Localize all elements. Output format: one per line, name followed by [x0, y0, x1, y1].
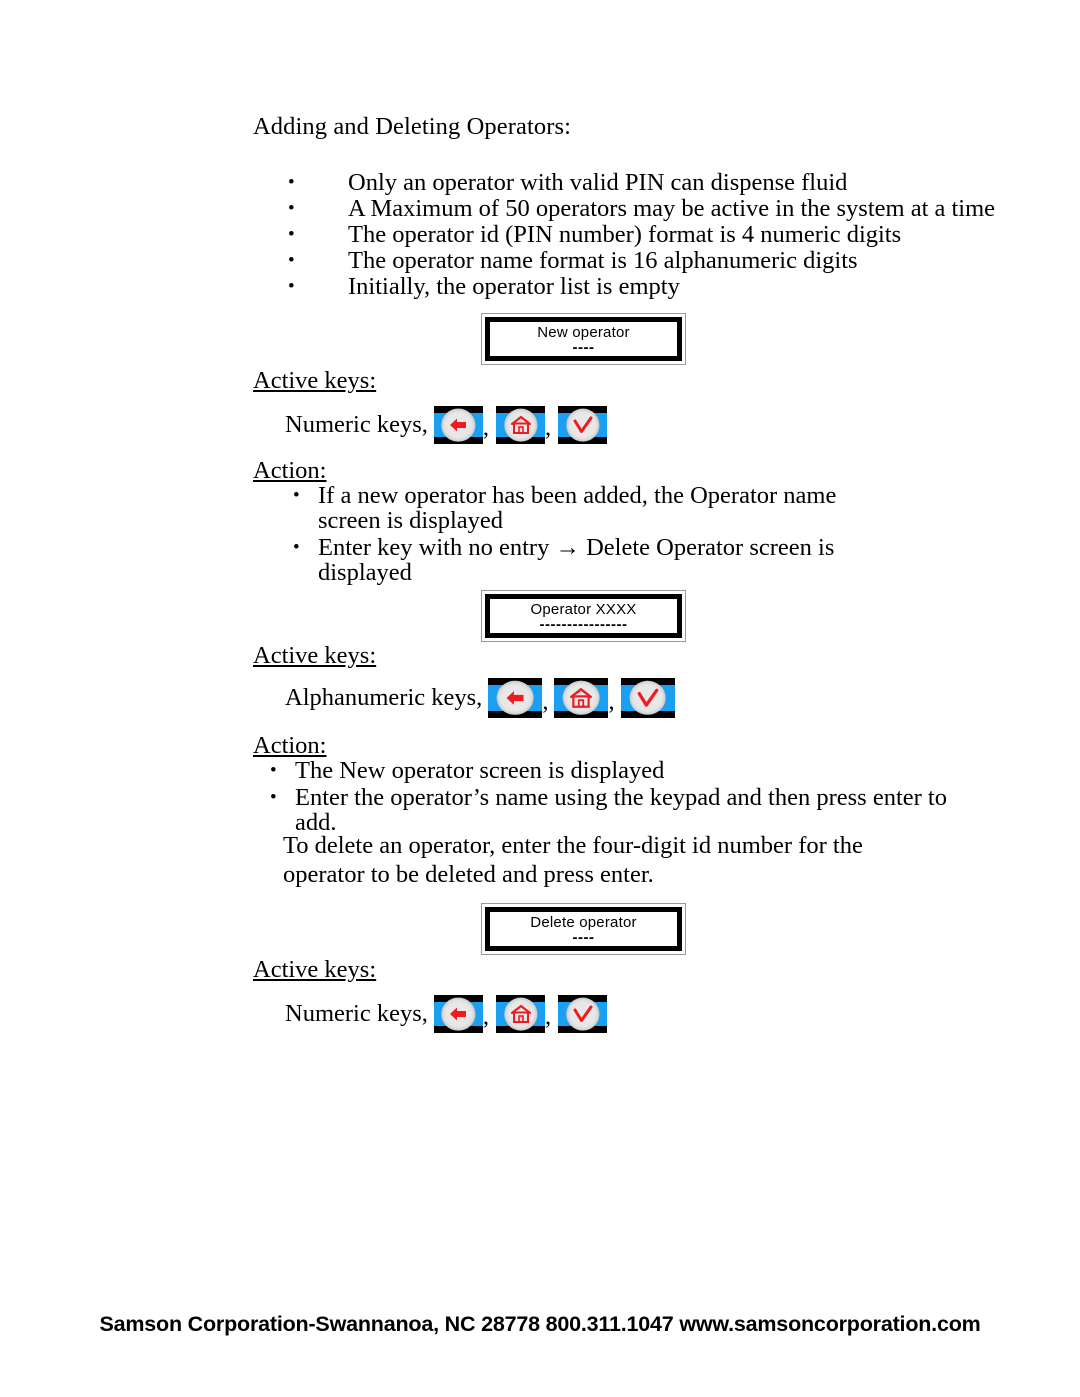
lcd-screen-delete-operator: Delete operator ---- [481, 903, 686, 955]
list-item-label: Initially, the operator list is empty [348, 273, 680, 300]
list-item-label: The operator name format is 16 alphanume… [348, 247, 858, 274]
lcd-line-2: ---- [572, 339, 595, 356]
list-item: • Enter the operator’s name using the ke… [270, 785, 950, 835]
home-key-icon[interactable] [496, 995, 545, 1033]
active-keys-label-1: Active keys: [253, 367, 377, 394]
lcd-screen-new-operator: New operator ---- [481, 313, 686, 365]
bullet-glyph: • [288, 224, 295, 245]
back-arrow-key-icon[interactable] [488, 678, 543, 718]
check-glyph [637, 688, 658, 707]
separator: , [482, 1003, 489, 1030]
enter-check-key-icon[interactable] [558, 995, 608, 1033]
keys-row-1: Numeric keys, , , [285, 406, 608, 444]
lcd-line-2: ---------------- [539, 616, 628, 633]
keys-row-1-prefix: Numeric keys, [285, 411, 428, 438]
separator: , [608, 688, 615, 715]
list-item: • Enter key with no entry → Delete Opera… [293, 535, 893, 585]
action-label-1: Action: [253, 457, 327, 484]
list-item-label: Enter key with no entry → Delete Operato… [318, 534, 835, 586]
bullet-glyph: • [288, 250, 295, 271]
action-bullet-list-2: • The New operator screen is displayed •… [270, 758, 950, 837]
list-item: • A Maximum of 50 operators may be activ… [288, 196, 995, 222]
list-item-label: If a new operator has been added, the Op… [318, 482, 837, 534]
list-item: • Only an operator with valid PIN can di… [288, 170, 995, 196]
back-arrow-glyph [450, 1007, 467, 1021]
check-glyph [573, 416, 593, 433]
list-item: • The operator name format is 16 alphanu… [288, 248, 995, 274]
enter-check-key-icon[interactable] [620, 678, 675, 718]
home-key-icon[interactable] [554, 678, 609, 718]
list-item: • Initially, the operator list is empty [288, 274, 995, 300]
page-title: Adding and Deleting Operators: [253, 113, 572, 140]
separator: , [545, 414, 552, 441]
lcd-inner: Delete operator ---- [485, 907, 682, 951]
list-item-label: A Maximum of 50 operators may be active … [348, 195, 996, 222]
keys-row-3: Numeric keys, , , [285, 995, 608, 1033]
bullet-glyph: • [288, 276, 295, 297]
bullet-glyph: • [270, 787, 277, 808]
list-item-label: Only an operator with valid PIN can disp… [348, 169, 848, 196]
home-glyph [510, 415, 531, 434]
page-footer: Samson Corporation-Swannanoa, NC 28778 8… [99, 1312, 981, 1336]
back-arrow-key-icon[interactable] [433, 406, 483, 444]
list-item-label: Enter the operator’s name using the keyp… [295, 784, 947, 836]
back-arrow-glyph [506, 691, 524, 705]
bullet-glyph: • [293, 537, 300, 558]
back-arrow-key-icon[interactable] [433, 995, 483, 1033]
delete-instructions-paragraph: To delete an operator, enter the four-di… [283, 832, 863, 888]
list-item: • The operator id (PIN number) format is… [288, 222, 995, 248]
enter-check-key-icon[interactable] [558, 406, 608, 444]
home-key-icon[interactable] [496, 406, 545, 444]
list-item-label: The New operator screen is displayed [295, 757, 665, 784]
lcd-line-2: ---- [572, 929, 595, 946]
list-item: • If a new operator has been added, the … [293, 483, 893, 533]
separator: , [542, 688, 549, 715]
keys-row-2: Alphanumeric keys, , , [285, 678, 675, 718]
lcd-inner: New operator ---- [485, 317, 682, 361]
document-page: Adding and Deleting Operators: • Only an… [0, 0, 1080, 1397]
back-arrow-glyph [450, 418, 467, 432]
action-label-2: Action: [253, 732, 327, 759]
home-glyph [510, 1004, 531, 1023]
active-keys-label-3: Active keys: [253, 956, 377, 983]
keys-row-2-prefix: Alphanumeric keys, [285, 684, 483, 711]
spec-bullet-list: • Only an operator with valid PIN can di… [288, 170, 995, 300]
active-keys-label-2: Active keys: [253, 642, 377, 669]
lcd-screen-operator-name: Operator XXXX ---------------- [481, 590, 686, 642]
check-glyph [573, 1005, 593, 1022]
lcd-inner: Operator XXXX ---------------- [485, 594, 682, 638]
bullet-glyph: • [288, 198, 295, 219]
list-item: • The New operator screen is displayed [270, 758, 950, 783]
separator: , [482, 414, 489, 441]
bullet-glyph: • [270, 760, 277, 781]
home-glyph [570, 688, 593, 708]
bullet-glyph: • [293, 485, 300, 506]
list-item-label: The operator id (PIN number) format is 4… [348, 221, 902, 248]
keys-row-3-prefix: Numeric keys, [285, 1000, 428, 1027]
action-bullet-list-1: • If a new operator has been added, the … [293, 483, 893, 587]
bullet-glyph: • [288, 172, 295, 193]
separator: , [545, 1003, 552, 1030]
